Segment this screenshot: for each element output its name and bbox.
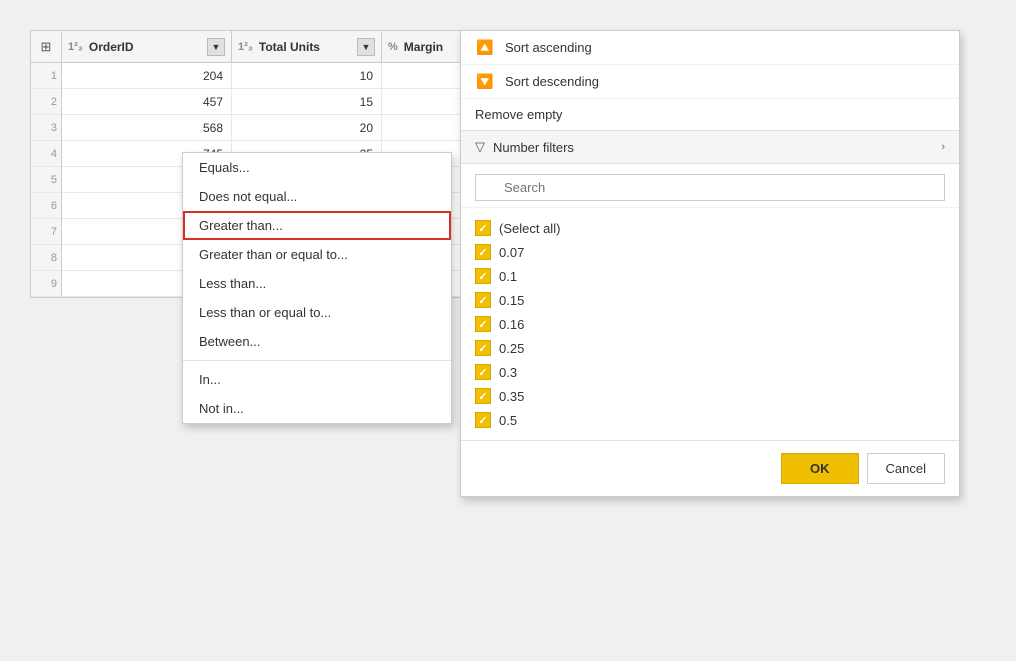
checkbox-square-05: ✓ (475, 412, 491, 428)
checkbox-label-05: 0.5 (499, 413, 517, 428)
row-numbers: ⊞ 1 2 3 4 5 6 7 8 9 (31, 31, 62, 297)
checkbox-square-01: ✓ (475, 268, 491, 284)
cell-orderid-2: 457 (62, 89, 232, 114)
sort-ascending-icon: 🔼 (475, 39, 495, 56)
menu-item-greaterequal[interactable]: Greater than or equal to... (183, 240, 451, 269)
row-num-7: 7 (31, 219, 61, 245)
checkbox-label-03: 0.3 (499, 365, 517, 380)
cell-units-3: 20 (232, 115, 382, 140)
sort-descending-icon: 🔽 (475, 73, 495, 90)
margin-label: Margin (404, 40, 443, 54)
units-type-icon: 1²₃ (238, 41, 253, 53)
row-num-3: 3 (31, 115, 61, 141)
menu-item-between[interactable]: Between... (183, 327, 451, 356)
checkbox-015[interactable]: ✓ 0.15 (475, 288, 945, 312)
sort-ascending-label: Sort ascending (505, 40, 592, 55)
checkbox-square-016: ✓ (475, 316, 491, 332)
remove-empty-item[interactable]: Remove empty (461, 99, 959, 131)
checkbox-035[interactable]: ✓ 0.35 (475, 384, 945, 408)
checkbox-label-025: 0.25 (499, 341, 524, 356)
checkbox-label-015: 0.15 (499, 293, 524, 308)
ok-button[interactable]: OK (781, 453, 859, 484)
context-menu: Equals... Does not equal... Greater than… (182, 152, 452, 424)
col-header-units[interactable]: 1²₃ Total Units ▼ (232, 31, 382, 62)
col-header-orderid[interactable]: 1²₃ OrderID ▼ (62, 31, 232, 62)
orderid-label: OrderID (89, 40, 134, 54)
checkbox-label-007: 0.07 (499, 245, 524, 260)
search-wrap: 🔍 (475, 174, 945, 201)
checkbox-square-035: ✓ (475, 388, 491, 404)
menu-item-notin[interactable]: Not in... (183, 394, 451, 423)
checkbox-square-007: ✓ (475, 244, 491, 260)
row-num-8: 8 (31, 245, 61, 271)
search-input[interactable] (475, 174, 945, 201)
margin-type-icon: % (388, 41, 398, 53)
row-num-1: 1 (31, 63, 61, 89)
checkbox-label-016: 0.16 (499, 317, 524, 332)
units-dropdown[interactable]: ▼ (357, 38, 375, 56)
row-num-5: 5 (31, 167, 61, 193)
row-num-6: 6 (31, 193, 61, 219)
checkbox-square-selectall: ✓ (475, 220, 491, 236)
sort-descending-label: Sort descending (505, 74, 599, 89)
cell-orderid-3: 568 (62, 115, 232, 140)
checkbox-025[interactable]: ✓ 0.25 (475, 336, 945, 360)
menu-item-lessthan[interactable]: Less than... (183, 269, 451, 298)
orderid-type-icon: 1²₃ (68, 41, 83, 53)
checkbox-square-025: ✓ (475, 340, 491, 356)
number-filters-label: Number filters (493, 140, 933, 155)
chevron-right-icon: › (941, 141, 945, 153)
filter-funnel-icon: ▽ (475, 139, 485, 155)
checkbox-01[interactable]: ✓ 0.1 (475, 264, 945, 288)
sort-descending-item[interactable]: 🔽 Sort descending (461, 65, 959, 99)
filter-header: 🔼 Sort ascending 🔽 Sort descending Remov… (461, 31, 959, 164)
checkbox-select-all[interactable]: ✓ (Select all) (475, 216, 945, 240)
units-label: Total Units (259, 40, 320, 54)
cell-orderid-1: 204 (62, 63, 232, 88)
row-num-4: 4 (31, 141, 61, 167)
orderid-dropdown[interactable]: ▼ (207, 38, 225, 56)
sort-ascending-item[interactable]: 🔼 Sort ascending (461, 31, 959, 65)
remove-empty-label: Remove empty (475, 107, 562, 122)
main-container: ⊞ 1 2 3 4 5 6 7 8 9 1²₃ OrderID ▼ (0, 0, 1016, 661)
checkbox-label-01: 0.1 (499, 269, 517, 284)
search-box-container: 🔍 (461, 164, 959, 208)
menu-item-lessequal[interactable]: Less than or equal to... (183, 298, 451, 327)
checkbox-05[interactable]: ✓ 0.5 (475, 408, 945, 432)
cell-units-1: 10 (232, 63, 382, 88)
checkbox-label-selectall: (Select all) (499, 221, 560, 236)
grid-icon: ⊞ (31, 31, 61, 63)
filter-footer: OK Cancel (461, 440, 959, 496)
checkbox-007[interactable]: ✓ 0.07 (475, 240, 945, 264)
checkbox-square-015: ✓ (475, 292, 491, 308)
menu-separator (183, 360, 451, 361)
checkbox-03[interactable]: ✓ 0.3 (475, 360, 945, 384)
checkbox-label-035: 0.35 (499, 389, 524, 404)
menu-item-in[interactable]: In... (183, 365, 451, 394)
menu-item-notequal[interactable]: Does not equal... (183, 182, 451, 211)
checkbox-square-03: ✓ (475, 364, 491, 380)
cell-units-2: 15 (232, 89, 382, 114)
checkbox-list: ✓ (Select all) ✓ 0.07 ✓ 0.1 ✓ 0.15 ✓ 0.1… (461, 208, 959, 440)
row-num-9: 9 (31, 271, 61, 297)
checkbox-016[interactable]: ✓ 0.16 (475, 312, 945, 336)
row-num-2: 2 (31, 89, 61, 115)
menu-item-greaterthan[interactable]: Greater than... (183, 211, 451, 240)
filter-panel: 🔼 Sort ascending 🔽 Sort descending Remov… (460, 30, 960, 497)
menu-item-equals[interactable]: Equals... (183, 153, 451, 182)
number-filters-item[interactable]: ▽ Number filters › (461, 131, 959, 164)
cancel-button[interactable]: Cancel (867, 453, 945, 484)
